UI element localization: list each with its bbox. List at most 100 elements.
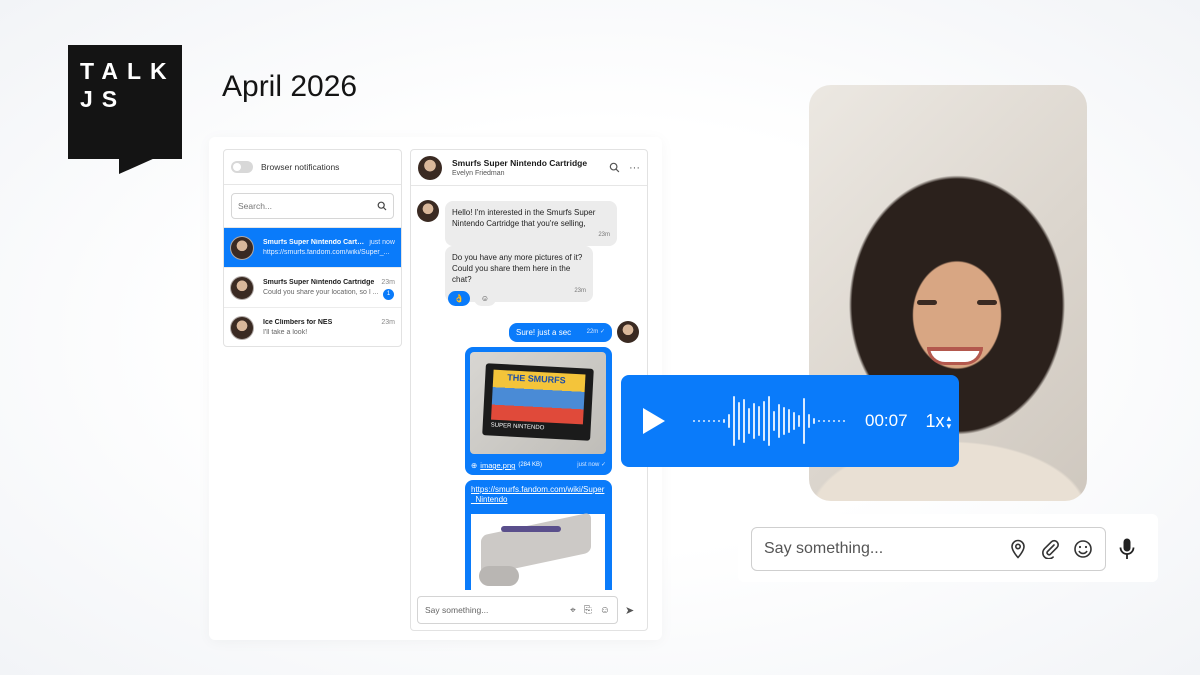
send-icon[interactable]: ➤ xyxy=(625,604,634,617)
logo-speech-tail xyxy=(119,158,155,174)
attachment-icon[interactable]: ⎘ xyxy=(584,605,592,616)
conversation-item[interactable]: Smurfs Super Nintendo Cartridge 23m Could… xyxy=(224,268,401,308)
link-preview-image[interactable] xyxy=(471,512,605,590)
conversation-title: Ice Climbers for NES xyxy=(263,319,333,326)
reaction-ok[interactable]: 👌 xyxy=(448,291,470,306)
conversation-time: just now xyxy=(369,239,395,246)
waveform-bar xyxy=(843,420,845,422)
logo-line-2: JS xyxy=(80,86,127,112)
waveform-bar xyxy=(838,420,840,422)
waveform-bar xyxy=(748,408,750,434)
avatar xyxy=(417,200,439,222)
chevron-up-down-icon: ▴ ▾ xyxy=(946,412,952,431)
waveform-bar xyxy=(833,420,835,422)
avatar xyxy=(230,235,254,260)
composer-placeholder: Say something... xyxy=(764,540,884,557)
conversation-title: Smurfs Super Nintendo Cartridge xyxy=(263,279,375,286)
conversation-preview: https://smurfs.fandom.com/wiki/Super_... xyxy=(263,249,390,256)
voice-message: 00:07 1x ▴ ▾ xyxy=(621,375,959,467)
message-incoming: Hello! I'm interested in the Smurfs Supe… xyxy=(445,201,617,246)
message-text: Do you have any more pictures of it? Cou… xyxy=(452,253,583,284)
location-icon[interactable]: ⌖ xyxy=(570,605,576,616)
unread-badge: 1 xyxy=(383,289,394,300)
message-list[interactable]: Hello! I'm interested in the Smurfs Supe… xyxy=(411,187,647,590)
waveform-bar xyxy=(768,396,770,446)
waveform-bar xyxy=(708,420,710,422)
inbox-panel: Browser notifications Search... Smurfs S… xyxy=(223,149,402,347)
play-icon[interactable] xyxy=(643,408,665,434)
message-time: just now ✓ xyxy=(577,462,606,468)
waveform-bar xyxy=(828,420,830,422)
waveform-bar xyxy=(733,396,735,446)
conversation-preview: Could you share your location, so I ... xyxy=(263,289,379,296)
waveform-bar xyxy=(698,420,700,422)
waveform-bar xyxy=(753,403,755,439)
waveform-bar xyxy=(713,420,715,422)
message-composer[interactable]: Say something... ⌖ ⎘ ☺ xyxy=(417,596,618,624)
avatar xyxy=(418,155,442,180)
chat-header: Smurfs Super Nintendo Cartridge Evelyn F… xyxy=(411,150,647,186)
notifications-label: Browser notifications xyxy=(261,162,340,172)
chat-title: Smurfs Super Nintendo Cartridge xyxy=(452,158,588,168)
message-time: 22m ✓ xyxy=(586,329,605,335)
location-icon[interactable] xyxy=(1009,539,1027,559)
notifications-toggle[interactable] xyxy=(231,161,253,173)
waveform-bar xyxy=(773,411,775,431)
page-title: April 2026 xyxy=(222,70,358,103)
composer-placeholder: Say something... xyxy=(425,605,489,615)
search-icon xyxy=(377,201,387,211)
attachment-size: (284 KB) xyxy=(518,462,543,468)
chat-panel: Smurfs Super Nintendo Cartridge Evelyn F… xyxy=(410,149,648,631)
emoji-icon[interactable]: ☺ xyxy=(600,605,610,616)
conversation-time: 23m xyxy=(381,319,395,326)
conversation-title: Smurfs Super Nintendo Cartri... xyxy=(263,239,366,246)
emoji-icon[interactable] xyxy=(1073,539,1093,559)
link-text[interactable]: https://smurfs.fandom.com/wiki/Super_Nin… xyxy=(465,480,612,505)
search-icon[interactable] xyxy=(609,162,620,173)
waveform-bar xyxy=(738,402,740,440)
more-options-icon[interactable]: ··· xyxy=(629,162,640,174)
avatar xyxy=(230,275,254,300)
add-reaction-button[interactable]: ☺ xyxy=(474,291,496,306)
waveform-bar xyxy=(808,414,810,428)
message-outgoing: Sure! just a sec 22m ✓ xyxy=(509,323,612,342)
conversation-item-active[interactable]: Smurfs Super Nintendo Cartri... just now … xyxy=(224,228,401,268)
waveform-bar xyxy=(793,412,795,430)
waveform-bar xyxy=(823,420,825,422)
download-icon[interactable]: ⊕ xyxy=(471,460,477,471)
waveform-bar xyxy=(818,420,820,422)
audio-waveform[interactable] xyxy=(693,386,845,456)
conversation-item[interactable]: Ice Climbers for NES 23m I'll take a look… xyxy=(224,308,401,346)
waveform-bar xyxy=(723,419,725,423)
waveform-bar xyxy=(703,420,705,422)
conversation-time: 23m xyxy=(381,279,395,286)
waveform-bar xyxy=(763,401,765,441)
message-time: 23m xyxy=(598,232,610,238)
talkjs-logo: TALK JS xyxy=(68,45,182,159)
photo-detail xyxy=(927,347,983,365)
microphone-icon[interactable] xyxy=(1118,537,1136,561)
cartridge-platform: SUPER NINTENDO xyxy=(490,422,545,432)
message-composer-large[interactable]: Say something... xyxy=(751,527,1106,571)
search-input[interactable]: Search... xyxy=(231,193,394,219)
chat-subtitle: Evelyn Friedman xyxy=(452,170,505,177)
waveform-bar xyxy=(803,398,805,444)
waveform-bar xyxy=(783,407,785,435)
avatar xyxy=(230,315,254,340)
message-image-attachment[interactable]: THE SMURFS SUPER NINTENDO ⊕ image.png (2… xyxy=(465,347,612,475)
conversation-preview: I'll take a look! xyxy=(263,329,308,336)
attachment-image[interactable]: THE SMURFS SUPER NINTENDO xyxy=(470,352,606,454)
search-wrap: Search... xyxy=(224,185,401,228)
waveform-bar xyxy=(718,420,720,422)
waveform-bar xyxy=(778,404,780,438)
attachment-icon[interactable] xyxy=(1041,539,1059,559)
waveform-bar xyxy=(743,399,745,443)
playback-speed-button[interactable]: 1x ▴ ▾ xyxy=(926,411,952,432)
cartridge-photo: THE SMURFS SUPER NINTENDO xyxy=(482,363,594,441)
attachment-name[interactable]: image.png xyxy=(480,460,515,471)
logo-line-1: TALK xyxy=(80,58,176,84)
waveform-bar xyxy=(788,409,790,433)
search-placeholder: Search... xyxy=(238,201,273,211)
message-link-preview[interactable]: https://smurfs.fandom.com/wiki/Super_Nin… xyxy=(465,480,612,590)
photo-detail xyxy=(917,300,937,305)
